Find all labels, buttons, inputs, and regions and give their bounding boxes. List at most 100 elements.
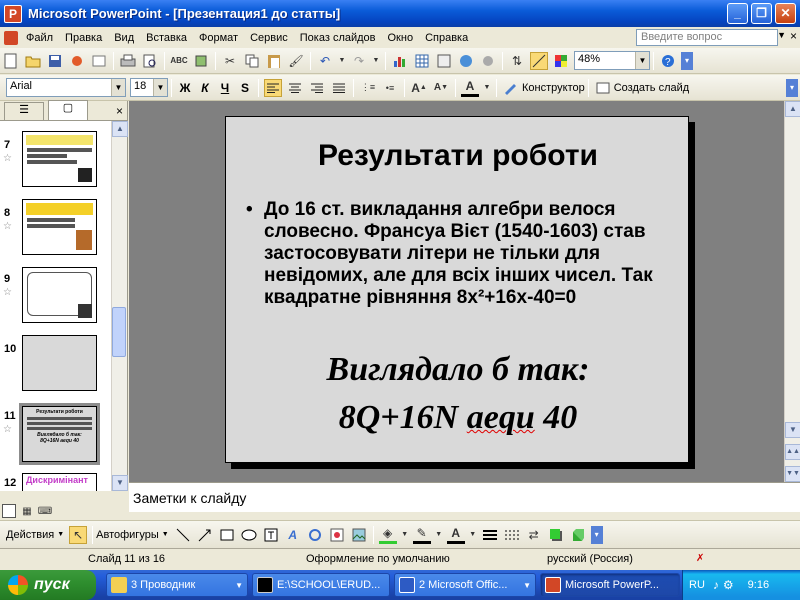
chart-icon[interactable]: [391, 52, 409, 70]
picture-icon[interactable]: [350, 526, 368, 544]
draw-font-color-dropdown-icon[interactable]: ▼: [469, 526, 477, 544]
outline-tab[interactable]: ☰: [4, 102, 44, 120]
textbox-icon[interactable]: [262, 526, 280, 544]
scroll-up-icon[interactable]: ▲: [785, 101, 800, 117]
shadow-style-icon[interactable]: [547, 526, 565, 544]
menu-help[interactable]: Справка: [419, 32, 474, 44]
design-button[interactable]: Конструктор: [522, 82, 585, 94]
line-style-icon[interactable]: [481, 526, 499, 544]
bullets-icon[interactable]: •≡: [381, 79, 399, 97]
justify-icon[interactable]: [330, 79, 348, 97]
menu-format[interactable]: Формат: [193, 32, 244, 44]
undo-icon[interactable]: ↶: [316, 52, 334, 70]
spelling-icon[interactable]: ABC: [170, 52, 188, 70]
grid-icon[interactable]: [530, 51, 548, 70]
menu-slideshow[interactable]: Показ слайдов: [294, 32, 382, 44]
permission-icon[interactable]: [68, 52, 86, 70]
italic-button[interactable]: К: [195, 81, 215, 95]
slide-thumb-11[interactable]: Результати роботи Виглядало б так: 8Q+16…: [19, 403, 100, 465]
oval-icon[interactable]: [240, 526, 258, 544]
print-preview-icon[interactable]: [141, 52, 159, 70]
new-slide-icon[interactable]: [594, 79, 612, 97]
align-center-icon[interactable]: [286, 79, 304, 97]
close-pane-icon[interactable]: ×: [116, 104, 123, 118]
redo-icon[interactable]: ↷: [350, 52, 368, 70]
document-icon[interactable]: [4, 30, 18, 45]
task-cmd[interactable]: E:\SCHOOL\ERUD...: [252, 573, 390, 597]
color-grayscale-icon[interactable]: [552, 52, 570, 70]
font-color-icon[interactable]: A: [461, 79, 479, 97]
line-color-dropdown-icon[interactable]: ▼: [435, 526, 443, 544]
autoshapes-menu[interactable]: Автофигуры: [96, 529, 159, 541]
font-dropdown-icon[interactable]: ▼: [111, 79, 125, 96]
slide-thumb-9[interactable]: [22, 267, 97, 323]
slide-sorter-icon[interactable]: ▦: [20, 504, 34, 518]
language-indicator[interactable]: RU: [689, 579, 705, 591]
print-icon[interactable]: [119, 52, 137, 70]
scroll-thumb[interactable]: [112, 307, 126, 357]
shadow-button[interactable]: S: [235, 81, 255, 95]
slides-scrollbar[interactable]: ▲ ▼: [111, 121, 128, 491]
copy-icon[interactable]: [243, 52, 261, 70]
align-right-icon[interactable]: [308, 79, 326, 97]
scroll-up-icon[interactable]: ▲: [112, 121, 128, 137]
minimize-button[interactable]: _: [727, 3, 748, 24]
slide-thumb-8[interactable]: [22, 199, 97, 255]
slide-line-2[interactable]: 8Q+16N aequ 40: [226, 399, 690, 437]
font-name-combo[interactable]: Arial ▼: [6, 78, 126, 97]
decrease-font-icon[interactable]: A ▼: [432, 79, 450, 97]
dash-style-icon[interactable]: [503, 526, 521, 544]
zoom-combo[interactable]: 48% ▼: [574, 51, 650, 70]
speaker-icon[interactable]: ♪: [713, 578, 719, 592]
cut-icon[interactable]: ✂: [221, 52, 239, 70]
slide-title[interactable]: Результати роботи: [226, 139, 690, 173]
bold-button[interactable]: Ж: [175, 81, 195, 95]
line-icon[interactable]: [174, 526, 192, 544]
toolbar-options-icon-3[interactable]: ▾: [590, 525, 603, 544]
maximize-button[interactable]: ❐: [751, 3, 772, 24]
paste-icon[interactable]: [265, 52, 283, 70]
undo-dropdown-icon[interactable]: ▼: [338, 52, 346, 70]
slides-tab[interactable]: ▢: [48, 100, 88, 120]
task-office[interactable]: 2 Microsoft Offic... ▼: [394, 573, 536, 597]
toolbar-options-icon[interactable]: ▾: [681, 51, 693, 70]
arrow-style-icon[interactable]: ⇄: [525, 526, 543, 544]
ask-dropdown-icon[interactable]: ▼: [777, 30, 786, 40]
underline-button[interactable]: Ч: [215, 81, 235, 95]
show-formatting-icon[interactable]: ⇅: [508, 52, 526, 70]
editor-scrollbar[interactable]: ▲ ▼ ▲▲ ▼▼: [784, 101, 800, 482]
new-icon[interactable]: [2, 52, 20, 70]
menu-window[interactable]: Окно: [382, 32, 420, 44]
research-icon[interactable]: [192, 52, 210, 70]
fill-color-icon[interactable]: ◈: [378, 526, 397, 544]
close-button[interactable]: ✕: [775, 3, 796, 24]
draw-font-color-icon[interactable]: A: [446, 526, 465, 544]
help-icon[interactable]: ?: [659, 52, 677, 70]
powerpoint-app-icon[interactable]: P: [4, 4, 22, 23]
normal-view-icon[interactable]: [2, 504, 16, 518]
start-button[interactable]: пуск: [0, 570, 96, 600]
expand-icon[interactable]: [479, 52, 497, 70]
rectangle-icon[interactable]: [218, 526, 236, 544]
actions-dropdown-icon[interactable]: ▼: [57, 531, 64, 538]
notes-pane[interactable]: Заметки к слайду: [129, 482, 800, 512]
previous-slide-icon[interactable]: ▲▲: [785, 444, 800, 460]
slide-thumb-7[interactable]: [22, 131, 97, 187]
slide-line-1[interactable]: Виглядало б так:: [226, 351, 690, 389]
clock[interactable]: 9:16: [748, 579, 769, 591]
design-icon[interactable]: [502, 79, 520, 97]
slide-thumb-10[interactable]: [22, 335, 97, 391]
menu-view[interactable]: Вид: [108, 32, 140, 44]
spelling-status-icon[interactable]: ✗: [696, 553, 704, 564]
menu-insert[interactable]: Вставка: [140, 32, 193, 44]
zoom-dropdown-icon[interactable]: ▼: [635, 52, 649, 69]
clipart-icon[interactable]: [328, 526, 346, 544]
email-icon[interactable]: [90, 52, 108, 70]
slide-thumb-12[interactable]: Дискримінант: [22, 473, 97, 491]
scroll-down-icon[interactable]: ▼: [112, 475, 128, 491]
window-title-bar[interactable]: P Microsoft PowerPoint - [Презентация1 д…: [0, 0, 800, 27]
close-document-button[interactable]: ×: [790, 29, 797, 43]
autoshapes-dropdown-icon[interactable]: ▼: [162, 531, 169, 538]
network-icon[interactable]: ⚙: [723, 578, 734, 592]
current-slide[interactable]: Результати роботи • До 16 ст. викладання…: [225, 116, 689, 463]
